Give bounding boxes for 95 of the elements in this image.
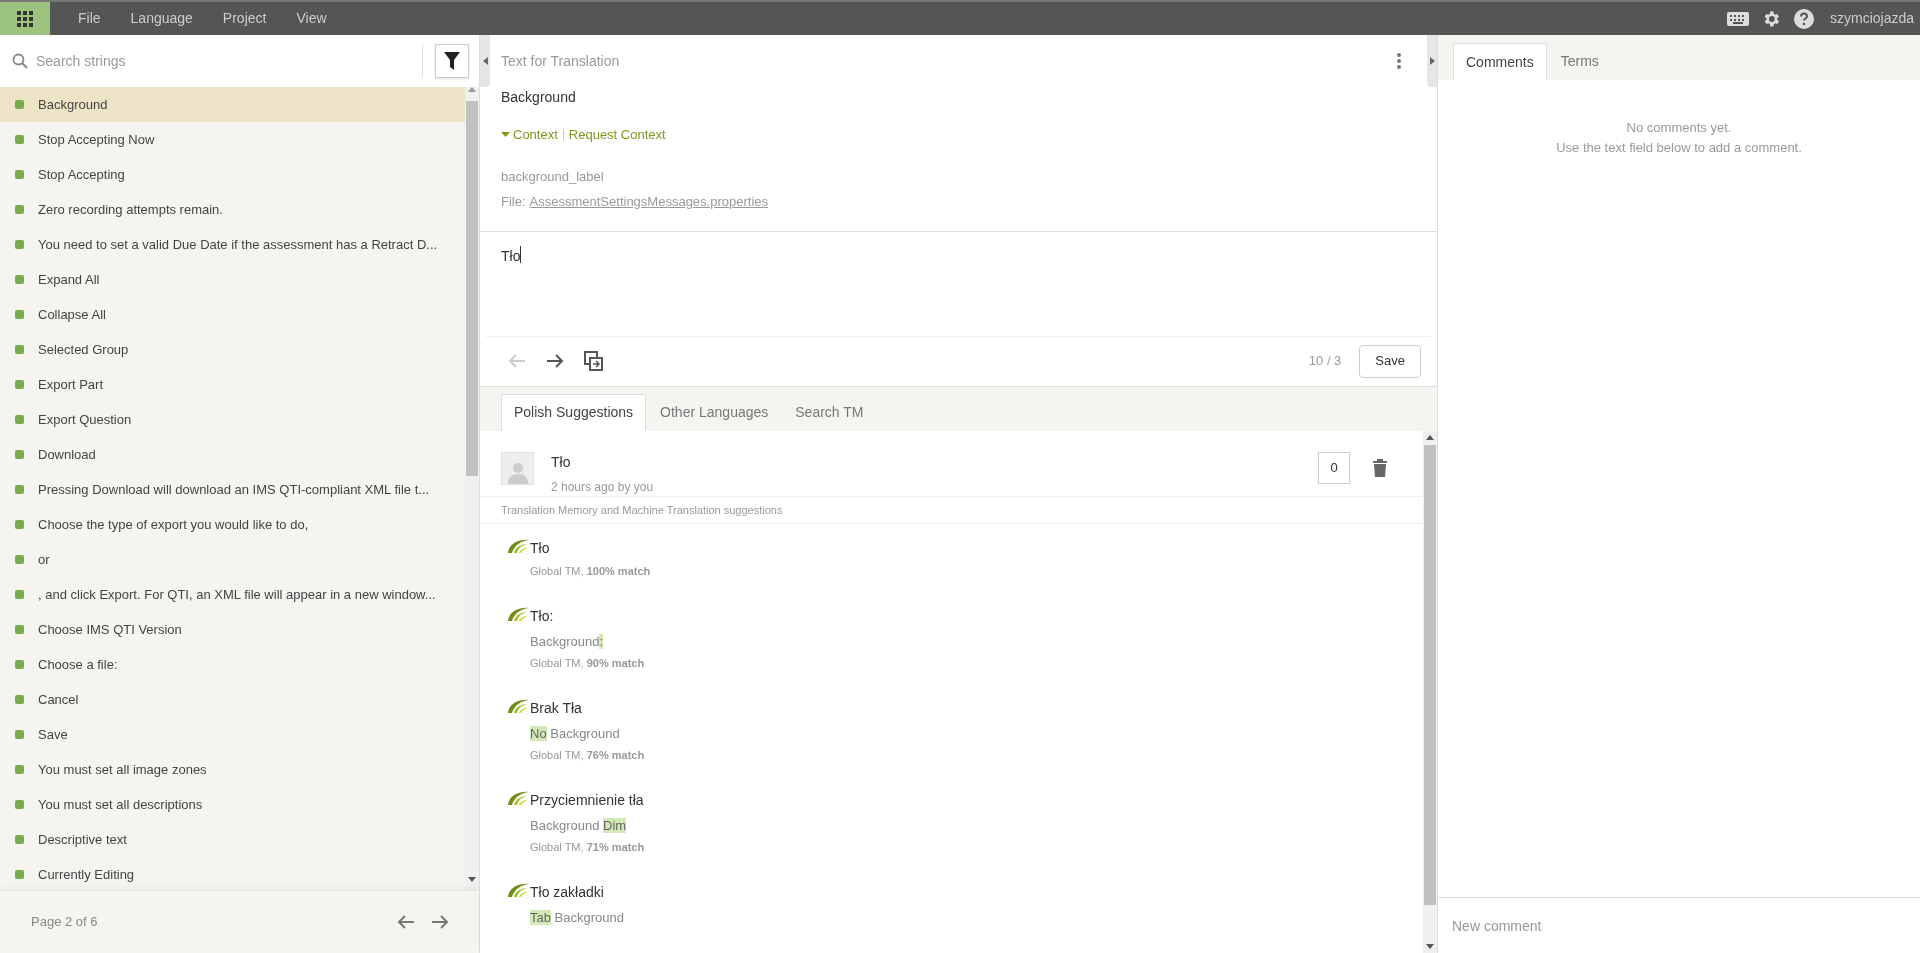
string-list-item[interactable]: Download xyxy=(0,437,465,472)
tab[interactable]: Other Languages xyxy=(647,393,782,431)
string-list-item[interactable]: Pressing Download will download an IMS QTI-compliant XML file t... xyxy=(0,472,465,507)
suggestion-text[interactable]: Tło: xyxy=(530,605,554,627)
section-heading: Translation Memory and Machine Translation suggestions xyxy=(501,502,783,518)
string-list-item[interactable]: Choose the type of export you would like to do, xyxy=(0,507,465,542)
scroll-down-arrow-icon[interactable] xyxy=(1426,943,1434,949)
delete-icon[interactable] xyxy=(1373,458,1387,477)
collapse-left-tab[interactable] xyxy=(480,35,490,87)
page-indicator: Page 2 of 6 xyxy=(31,913,98,932)
caret-right-icon xyxy=(1429,57,1435,65)
translation-editor[interactable]: Tło xyxy=(480,231,1437,336)
grid-icon xyxy=(17,10,33,27)
source-text: Background xyxy=(501,88,576,107)
swoosh-logo-icon xyxy=(506,538,530,555)
swoosh-logo-icon xyxy=(506,789,530,807)
suggestion-text[interactable]: Brak Tła xyxy=(530,697,582,719)
string-list-item[interactable]: Export Question xyxy=(0,402,465,437)
next-page-arrow-icon[interactable] xyxy=(431,914,449,930)
string-list-item[interactable]: or xyxy=(0,542,465,577)
string-list-item[interactable]: Cancel xyxy=(0,682,465,717)
collapse-right-tab[interactable] xyxy=(1427,35,1437,87)
suggestion-meta: Global TM, 90% match xyxy=(530,656,645,671)
suggestion-meta: Global TM, 76% match xyxy=(530,748,645,763)
help-icon[interactable] xyxy=(1793,8,1814,29)
previous-page-arrow-icon[interactable] xyxy=(397,914,415,930)
string-list-item[interactable]: Background xyxy=(0,87,465,122)
swoosh-logo-icon xyxy=(506,697,530,715)
panel-title: Text for Translation xyxy=(501,51,620,71)
apps-grid-button[interactable] xyxy=(0,2,50,35)
string-list-item[interactable]: Expand All xyxy=(0,262,465,297)
swoosh-logo-icon xyxy=(506,605,530,623)
suggestion-meta: Global TM, 71% match xyxy=(530,840,645,855)
menu-item[interactable]: File xyxy=(63,8,116,29)
string-list-item[interactable]: , and click Export. For QTI, an XML file will appear in a new window... xyxy=(0,577,465,612)
file-label: File: xyxy=(501,193,526,211)
string-list-item[interactable]: Descriptive text xyxy=(0,822,465,857)
empty-comments-message: No comments yet. xyxy=(1626,119,1732,137)
save-button[interactable]: Save xyxy=(1359,344,1421,378)
scroll-down-arrow-icon[interactable] xyxy=(468,877,476,882)
filter-button[interactable] xyxy=(435,44,469,78)
suggestion-text: Tło xyxy=(551,452,572,472)
string-list-item[interactable]: Stop Accepting Now xyxy=(0,122,465,157)
suggestion-text[interactable]: Tło xyxy=(530,538,550,559)
scroll-up-arrow-icon[interactable] xyxy=(1426,435,1434,440)
string-list-item[interactable]: You need to set a valid Due Date if the assessment has a Retract D... xyxy=(0,227,465,262)
search-input[interactable]: Search strings xyxy=(36,50,410,72)
copy-source-icon[interactable] xyxy=(584,351,604,371)
string-list-item[interactable]: Save xyxy=(0,717,465,752)
menu-item[interactable]: View xyxy=(281,8,342,29)
suggestion-meta: Global TM, 100% match xyxy=(530,564,651,579)
suggestion-meta: 2 hours ago by you xyxy=(551,478,654,496)
suggestion-text[interactable]: Przyciemnienie tła xyxy=(530,789,644,811)
search-field[interactable]: Search strings xyxy=(0,35,410,87)
character-counter: 10 / 3 xyxy=(1308,352,1342,371)
caret-icon xyxy=(501,132,510,138)
matched-term-highlight: No xyxy=(530,725,547,741)
string-list-item[interactable]: Collapse All xyxy=(0,297,465,332)
source-text: Background xyxy=(530,817,601,833)
more-options-icon[interactable] xyxy=(1397,53,1401,69)
comment-field[interactable]: New comment xyxy=(1438,897,1920,953)
matched-term-highlight: : xyxy=(599,633,603,649)
menu-item[interactable]: Language xyxy=(115,8,208,29)
tab[interactable]: Comments xyxy=(1453,43,1547,80)
source-text: Background xyxy=(553,909,624,925)
source-text: Background xyxy=(549,725,620,741)
string-list-item[interactable]: You must set all image zones xyxy=(0,752,465,787)
string-list-item[interactable]: Choose IMS QTI Version xyxy=(0,612,465,647)
matched-term-highlight: Dim xyxy=(603,817,627,833)
string-list-item[interactable]: Stop Accepting xyxy=(0,157,465,192)
caret-left-icon xyxy=(482,57,488,65)
string-list-item[interactable]: You must set all descriptions xyxy=(0,787,465,822)
avatar-placeholder xyxy=(501,451,534,485)
scrollbar[interactable] xyxy=(465,87,479,891)
tab[interactable]: Polish Suggestions xyxy=(501,393,647,431)
next-arrow-icon[interactable] xyxy=(546,353,564,369)
keyboard-icon[interactable] xyxy=(1726,10,1749,27)
string-list-item[interactable]: Export Part xyxy=(0,367,465,402)
swoosh-logo-icon xyxy=(506,881,530,899)
menu-item[interactable]: Project xyxy=(207,8,282,29)
string-list-item[interactable]: Selected Group xyxy=(0,332,465,367)
string-list-item[interactable]: Choose a file: xyxy=(0,647,465,682)
tab[interactable]: Search TM xyxy=(782,393,877,431)
empty-comments-hint: Use the text field below to add a comment. xyxy=(1556,138,1802,157)
string-list-item[interactable]: Zero recording attempts remain. xyxy=(0,192,465,227)
matched-term-highlight: Tab xyxy=(530,909,551,925)
filter-icon xyxy=(444,52,460,70)
string-key: background_label xyxy=(501,166,604,186)
search-icon xyxy=(12,53,28,69)
username-link[interactable]: szymciojazda xyxy=(1829,8,1914,29)
suggestion-text[interactable]: Tło zakładki xyxy=(530,881,604,903)
string-list-item[interactable]: Currently Editing xyxy=(0,857,465,892)
vote-count[interactable]: 0 xyxy=(1318,451,1350,484)
scrollbar[interactable] xyxy=(1423,430,1437,953)
tab[interactable]: Terms xyxy=(1547,43,1612,80)
